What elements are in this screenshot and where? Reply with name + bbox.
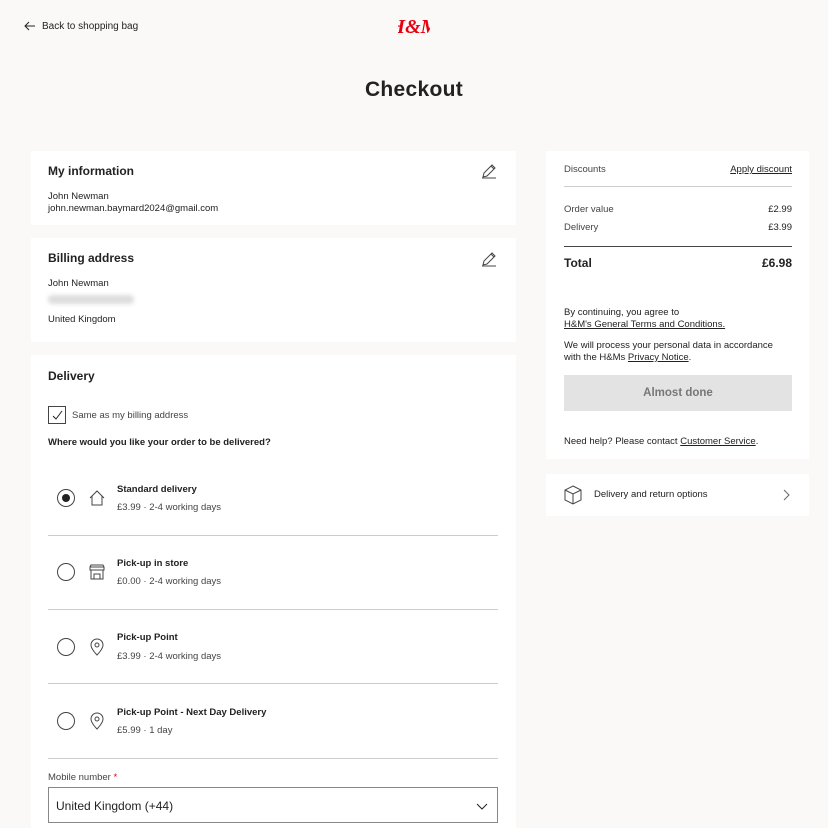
billing-address-title: Billing address [48, 251, 135, 265]
privacy-text: We will process your personal data in ac… [564, 340, 792, 364]
top-bar: Back to shopping bag H&M [0, 0, 828, 56]
billing-country: United Kingdom [48, 314, 116, 325]
arrow-left-icon [24, 21, 35, 31]
delivery-return-label: Delivery and return options [594, 489, 708, 500]
radio-standard[interactable] [57, 489, 75, 507]
order-value-amount: £2.99 [768, 204, 792, 215]
privacy-prefix: We will process your personal data in ac… [564, 340, 773, 351]
chevron-right-icon [783, 489, 790, 501]
divider [564, 186, 792, 187]
radio-store[interactable] [57, 563, 75, 581]
terms-link[interactable]: H&M's General Terms and Conditions. [564, 319, 792, 331]
option-title: Standard delivery [117, 484, 197, 495]
back-link-label: Back to shopping bag [42, 20, 139, 32]
chevron-down-icon [476, 803, 488, 810]
total-row: Total £6.98 [564, 256, 792, 270]
house-icon [89, 490, 105, 506]
back-to-bag-link[interactable]: Back to shopping bag [24, 20, 138, 32]
location-pin-icon [90, 712, 104, 730]
pencil-icon[interactable] [481, 163, 497, 179]
delivery-option-store[interactable]: Pick-up in store £0.00 · 2-4 working day… [48, 536, 498, 610]
delivery-option-standard[interactable]: Standard delivery £3.99 · 2-4 working da… [48, 462, 498, 536]
almost-done-button[interactable]: Almost done [564, 375, 792, 411]
privacy-notice-link[interactable]: Privacy Notice [628, 352, 689, 363]
apply-discount-link[interactable]: Apply discount [730, 164, 792, 175]
terms-prefix: By continuing, you agree to [564, 307, 680, 318]
radio-next-day[interactable] [57, 712, 75, 730]
option-detail: £5.99 · 1 day [117, 725, 173, 736]
option-title: Pick-up in store [117, 558, 189, 569]
mobile-number-label: Mobile number * [48, 772, 117, 784]
country-code-value: United Kingdom (+44) [56, 799, 174, 813]
my-info-email: john.newman.baymard2024@gmail.com [48, 203, 219, 214]
delivery-cost-row: Delivery £3.99 [564, 222, 792, 233]
discounts-label: Discounts [564, 164, 606, 175]
page-title: Checkout [364, 78, 464, 101]
order-value-row: Order value £2.99 [564, 204, 792, 215]
terms-text: By continuing, you agree to H&M's Genera… [564, 307, 792, 331]
radio-pickup-point[interactable] [57, 638, 75, 656]
pencil-icon[interactable] [481, 251, 497, 267]
order-summary-card [546, 151, 809, 459]
option-title: Pick-up Point [117, 632, 178, 643]
billing-name: John Newman [48, 278, 109, 289]
store-icon [89, 564, 105, 580]
country-code-select[interactable]: United Kingdom (+44) [48, 787, 498, 823]
box-icon [564, 485, 582, 505]
customer-service-link[interactable]: Customer Service [680, 436, 756, 447]
help-prefix: Need help? Please contact [564, 436, 681, 447]
checkmark-icon [52, 410, 63, 420]
help-suffix: . [755, 436, 759, 447]
divider [564, 246, 792, 247]
order-value-label: Order value [564, 204, 614, 215]
privacy-suffix: . [688, 352, 692, 363]
delivery-title: Delivery [48, 369, 95, 383]
same-as-billing-checkbox[interactable] [48, 406, 66, 424]
option-title: Pick-up Point - Next Day Delivery [117, 707, 267, 718]
logo-text: H&M [398, 16, 430, 38]
privacy-prefix-2: with the H&Ms [564, 352, 628, 363]
option-detail: £3.99 · 2-4 working days [117, 502, 222, 513]
my-info-name: John Newman [48, 191, 109, 202]
privacy-line-2: with the H&Ms Privacy Notice. [564, 352, 792, 364]
option-detail: £0.00 · 2-4 working days [117, 576, 222, 587]
delivery-option-pickup-point[interactable]: Pick-up Point £3.99 · 2-4 working days [48, 610, 498, 684]
delivery-cost-label: Delivery [564, 222, 599, 233]
required-marker: * [113, 772, 118, 783]
location-pin-icon [90, 638, 104, 656]
option-detail: £3.99 · 2-4 working days [117, 651, 222, 662]
delivery-option-next-day[interactable]: Pick-up Point - Next Day Delivery £5.99 … [48, 685, 498, 759]
redacted-address-line [48, 295, 134, 304]
help-text: Need help? Please contact Customer Servi… [564, 436, 792, 448]
discounts-row: Discounts Apply discount [564, 164, 792, 175]
total-amount: £6.98 [761, 256, 792, 270]
delivery-cost-amount: £3.99 [768, 222, 792, 233]
delivery-question: Where would you like your order to be de… [48, 437, 271, 448]
same-as-billing-label: Same as my billing address [72, 410, 189, 421]
my-information-title: My information [48, 164, 134, 178]
mobile-label-text: Mobile number [48, 772, 111, 783]
total-label: Total [564, 256, 592, 270]
delivery-return-options-card[interactable]: Delivery and return options [546, 474, 809, 516]
hm-logo[interactable]: H&M [398, 14, 430, 38]
